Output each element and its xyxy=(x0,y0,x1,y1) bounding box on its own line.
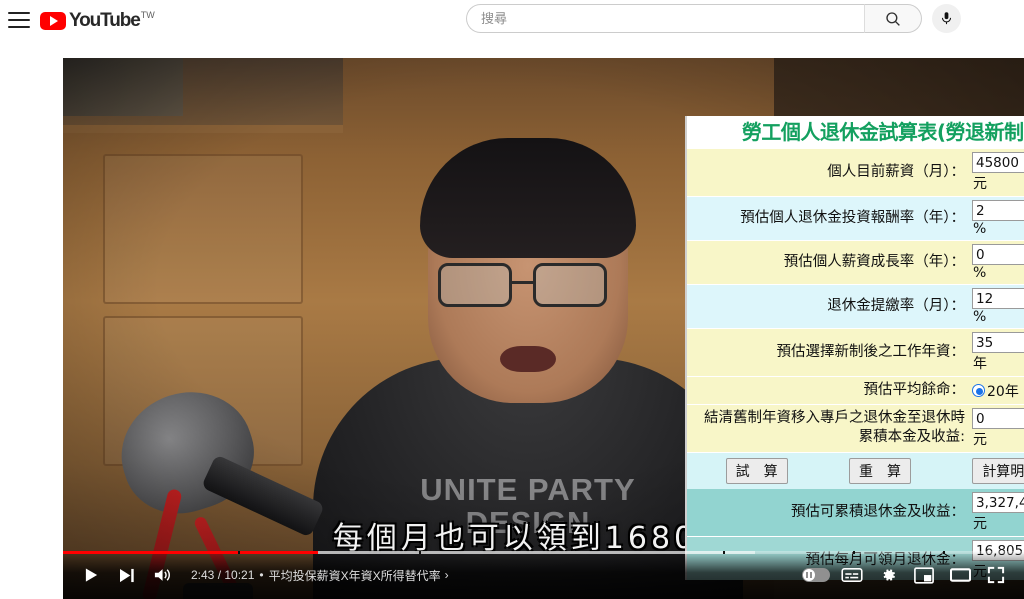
search-input[interactable] xyxy=(481,11,864,26)
autoplay-toggle-icon xyxy=(802,568,830,582)
miniplayer-button[interactable] xyxy=(906,559,942,591)
table-row-result: 預估可累積退休金及收益： 元 xyxy=(687,489,1024,537)
row-field: % xyxy=(969,285,1024,328)
hamburger-menu-icon[interactable] xyxy=(8,12,30,28)
work-years-input[interactable] xyxy=(972,332,1024,353)
progress-bar[interactable] xyxy=(63,551,1024,554)
calculator-title: 勞工個人退休金試算表(勞退新制) xyxy=(687,116,1024,149)
controls-right xyxy=(798,559,1014,591)
investment-return-rate-input[interactable] xyxy=(972,200,1024,221)
theater-mode-icon xyxy=(949,568,971,582)
youtube-play-icon xyxy=(40,11,66,30)
reset-button[interactable]: 重 算 xyxy=(848,458,911,484)
row-label: 預估選擇新制後之工作年資： xyxy=(776,344,966,360)
details-button[interactable]: 計算明細 xyxy=(972,458,1024,484)
chapter-marker xyxy=(853,551,855,554)
voice-search-button[interactable] xyxy=(932,4,961,33)
row-field: % xyxy=(969,241,1024,284)
theater-mode-button[interactable] xyxy=(942,559,978,591)
row-field: 元 xyxy=(969,489,1024,536)
table-row: 預估選擇新制後之工作年資： 年 xyxy=(687,329,1024,377)
row-field: 元 xyxy=(969,149,1024,196)
chapter-marker xyxy=(238,551,240,554)
search-box[interactable] xyxy=(466,4,864,33)
progress-played xyxy=(63,551,318,554)
row-unit: 年 xyxy=(973,356,987,372)
chapter-marker xyxy=(419,551,421,554)
row-label: 預估個人薪資成長率（年）： xyxy=(783,254,965,270)
gear-icon xyxy=(883,569,895,581)
search-area xyxy=(466,4,961,33)
subtitles-button[interactable] xyxy=(834,559,870,591)
salary-growth-rate-input[interactable] xyxy=(972,244,1024,265)
next-track-icon xyxy=(119,568,134,582)
volume-button[interactable] xyxy=(145,559,181,591)
chapter-title[interactable]: 平均投保薪資X年資X所得替代率 xyxy=(269,567,441,584)
settings-button[interactable] xyxy=(870,559,906,591)
row-unit: % xyxy=(973,221,987,237)
youtube-header: YouTube TW xyxy=(0,0,1024,40)
search-button[interactable] xyxy=(864,4,922,33)
player-control-bar: 2:43 / 10:21 • 平均投保薪資X年資X所得替代率 › xyxy=(63,551,1024,599)
table-row-life-expectancy: 預估平均餘命： 20年 24年 xyxy=(687,377,1024,405)
accumulated-pension-output xyxy=(972,492,1024,513)
life-expectancy-label-20: 20年 xyxy=(987,383,1019,400)
row-field: 元 xyxy=(969,405,1024,452)
calculate-button[interactable]: 試 算 xyxy=(725,458,788,484)
row-label: 結清舊制年資移入專戶之退休金至退休時累積本金及收益: xyxy=(704,410,965,445)
current-salary-input[interactable] xyxy=(972,152,1024,173)
row-field: % xyxy=(969,197,1024,240)
autoplay-button[interactable] xyxy=(798,559,834,591)
row-label: 退休金提繳率（月）： xyxy=(827,298,965,314)
life-expectancy-radio-20[interactable] xyxy=(972,384,985,397)
microphone-icon xyxy=(941,12,952,25)
table-row: 個人目前薪資（月）： 元 xyxy=(687,149,1024,197)
next-video-button[interactable] xyxy=(109,559,145,591)
table-row: 預估個人退休金投資報酬率（年）： % xyxy=(687,197,1024,241)
time-chapter-separator: • xyxy=(259,568,264,582)
fullscreen-icon xyxy=(987,566,1005,584)
row-unit: 元 xyxy=(973,516,987,532)
calculator-button-row: 試 算 重 算 計算明細 xyxy=(687,453,1024,489)
chapter-chevron-icon[interactable]: › xyxy=(445,568,449,582)
volume-icon xyxy=(154,569,170,581)
row-unit: 元 xyxy=(973,432,987,448)
row-label: 個人目前薪資（月）： xyxy=(827,164,965,180)
row-label: 預估個人退休金投資報酬率（年）： xyxy=(740,210,965,226)
chapter-marker xyxy=(723,551,725,554)
contribution-rate-input[interactable] xyxy=(972,288,1024,309)
old-system-amount-input[interactable] xyxy=(972,408,1024,429)
time-display: 2:43 / 10:21 xyxy=(191,568,255,582)
controls-left: 2:43 / 10:21 • 平均投保薪資X年資X所得替代率 › xyxy=(73,559,449,591)
row-field: 年 xyxy=(969,329,1024,376)
fullscreen-button[interactable] xyxy=(978,559,1014,591)
miniplayer-icon xyxy=(914,566,934,584)
video-player[interactable]: UNITE PARTY DESIGN 每個月也可以領到16805元 勞工個人退休… xyxy=(63,58,1024,599)
row-unit: % xyxy=(973,265,987,281)
row-label: 預估平均餘命： xyxy=(863,382,966,398)
table-row: 退休金提繳率（月）： % xyxy=(687,285,1024,329)
row-unit: % xyxy=(973,309,987,325)
subtitles-icon xyxy=(841,567,863,583)
youtube-country-code: TW xyxy=(140,9,155,20)
youtube-logo[interactable]: YouTube TW xyxy=(40,10,155,31)
table-row: 預估個人薪資成長率（年）： % xyxy=(687,241,1024,285)
youtube-wordmark: YouTube xyxy=(69,9,141,31)
row-unit: 元 xyxy=(973,176,987,192)
row-label: 預估可累積退休金及收益： xyxy=(791,504,965,520)
time-and-chapter: 2:43 / 10:21 • 平均投保薪資X年資X所得替代率 › xyxy=(191,567,449,584)
pension-calculator-panel: 勞工個人退休金試算表(勞退新制) 個人目前薪資（月）： 元 預估個人退休金投資報… xyxy=(685,116,1024,580)
chapter-marker xyxy=(943,551,945,554)
search-icon xyxy=(886,11,900,26)
play-button[interactable] xyxy=(73,559,109,591)
table-row-old-system: 結清舊制年資移入專戶之退休金至退休時累積本金及收益: 元 xyxy=(687,405,1024,453)
row-field: 20年 24年 xyxy=(969,377,1024,404)
play-icon xyxy=(85,568,97,582)
